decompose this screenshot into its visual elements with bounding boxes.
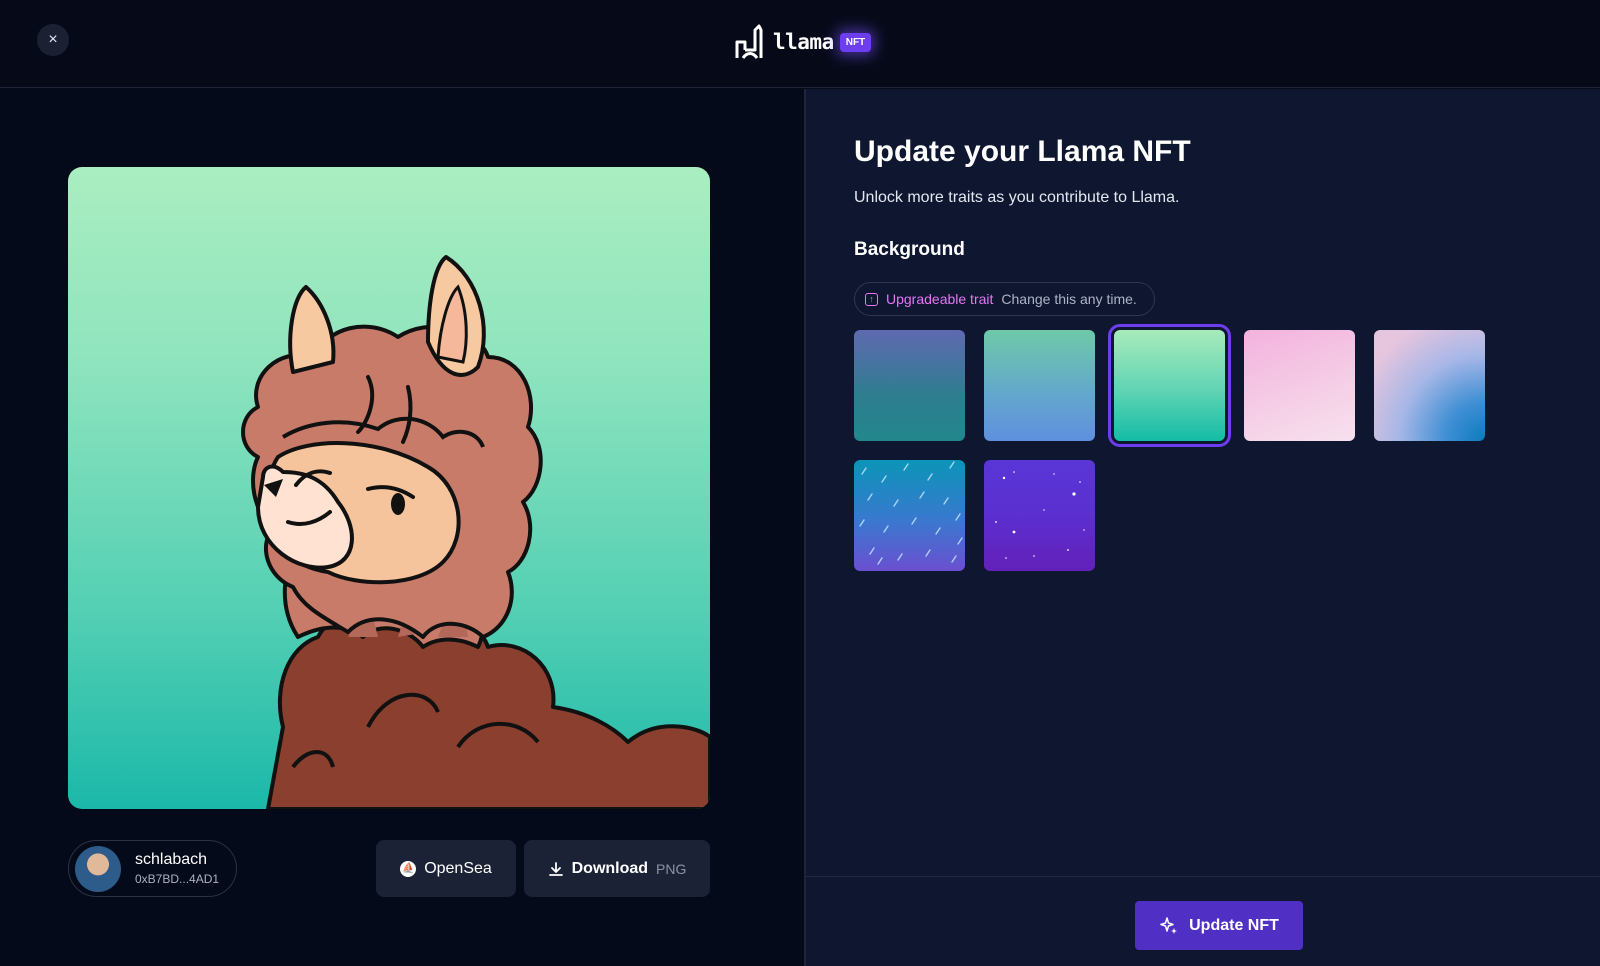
footer-divider — [806, 876, 1600, 877]
llama-logo-icon — [735, 24, 763, 59]
top-bar: × llama NFT — [0, 0, 1600, 88]
background-option-3[interactable] — [1108, 324, 1231, 447]
stars-pattern — [995, 471, 1085, 559]
update-nft-button[interactable]: Update NFT — [1135, 901, 1303, 950]
opensea-label: OpenSea — [424, 859, 492, 877]
avatar — [75, 845, 121, 892]
background-option-2[interactable] — [984, 330, 1095, 441]
nft-badge: NFT — [839, 32, 872, 52]
opensea-button[interactable]: ⛵ OpenSea — [376, 840, 516, 897]
download-icon — [548, 861, 563, 876]
upgradeable-trait-badge: ↑ Upgradeable trait Change this any time… — [854, 282, 1155, 316]
nft-preview-image — [68, 167, 710, 809]
editor-panel: Update your Llama NFT Unlock more traits… — [806, 89, 1600, 966]
section-label-background: Background — [854, 239, 965, 260]
owner-info: schlabach 0xB7BD...4AD1 — [135, 851, 219, 886]
background-option-7[interactable] — [984, 460, 1095, 571]
background-option-1[interactable] — [854, 330, 965, 441]
download-button[interactable]: Download PNG — [524, 840, 710, 897]
owner-chip[interactable]: schlabach 0xB7BD...4AD1 — [68, 840, 237, 897]
download-label: Download — [571, 859, 649, 877]
background-option-4[interactable] — [1244, 330, 1355, 441]
download-format: PNG — [656, 860, 687, 877]
trait-label: Upgradeable trait — [886, 291, 994, 307]
page-title: Update your Llama NFT — [854, 135, 1191, 168]
close-icon: × — [48, 31, 58, 48]
background-option-6[interactable] — [854, 460, 965, 571]
preview-panel: schlabach 0xB7BD...4AD1 ⛵ OpenSea Downlo… — [0, 89, 804, 966]
sparkle-icon — [1160, 916, 1178, 934]
opensea-icon: ⛵ — [400, 860, 417, 877]
rain-pattern — [859, 461, 963, 565]
page-subtitle: Unlock more traits as you contribute to … — [854, 189, 1180, 206]
owner-name: schlabach — [135, 851, 208, 868]
brand-logo: llama NFT — [733, 22, 872, 62]
upgrade-icon: ↑ — [865, 292, 878, 306]
close-button[interactable]: × — [37, 24, 69, 56]
owner-address: 0xB7BD...4AD1 — [135, 872, 220, 886]
trait-note: Change this any time. — [1001, 291, 1137, 307]
llama-illustration — [241, 255, 710, 809]
update-nft-label: Update NFT — [1189, 916, 1279, 934]
brand-name: llama — [773, 30, 834, 54]
background-option-5[interactable] — [1374, 330, 1485, 441]
